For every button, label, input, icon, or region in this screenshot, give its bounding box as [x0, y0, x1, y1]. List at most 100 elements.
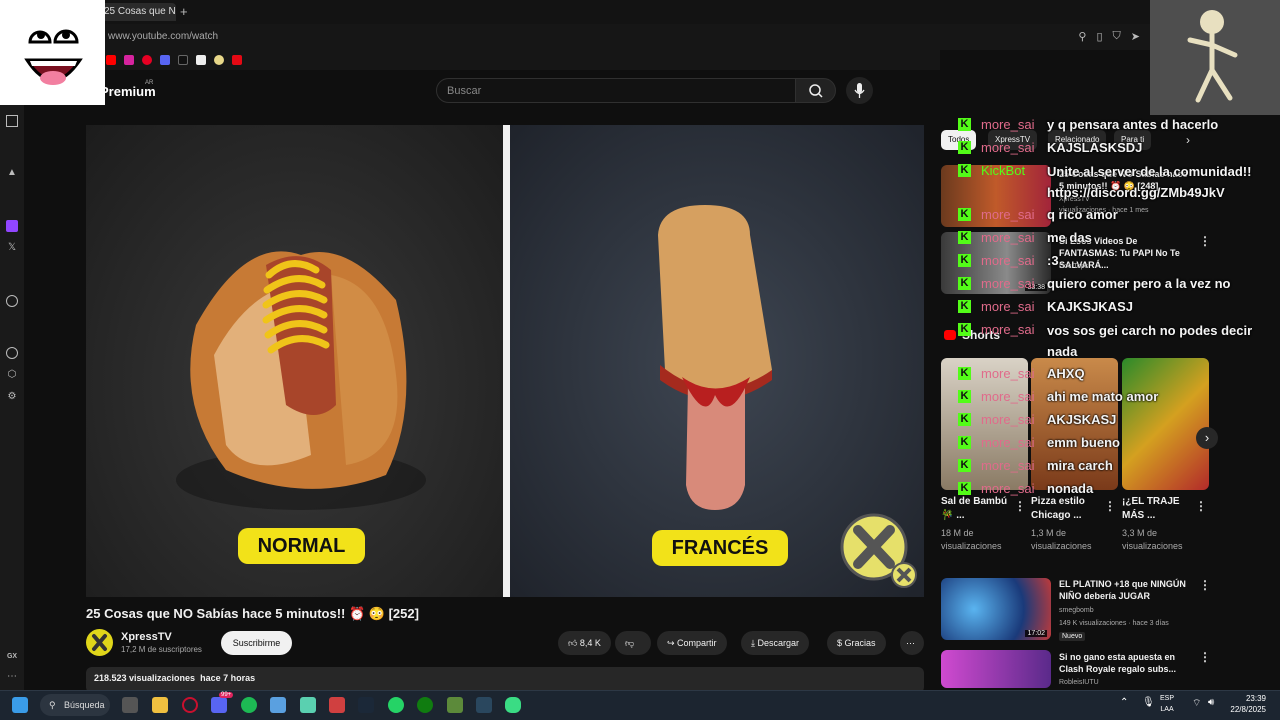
windows-start-icon[interactable] [12, 697, 28, 713]
history-icon[interactable] [6, 347, 18, 359]
instagram-bookmark-icon[interactable] [124, 55, 134, 65]
channel-name[interactable]: XpressTV [121, 631, 172, 643]
youtube-bookmark-icon[interactable] [106, 55, 116, 65]
video-player[interactable]: NORMAL FRANCÉS [86, 125, 924, 597]
rec-channel[interactable]: RobleisIUTU [1059, 679, 1189, 686]
chat-username: more_sai [981, 412, 1035, 427]
label-normal: NORMAL [238, 528, 365, 564]
subscribe-button[interactable]: Suscribirme [221, 631, 292, 655]
tidal-icon[interactable]: ▲ [6, 167, 18, 179]
chat-text: quiero comer pero a la vez no [1047, 276, 1231, 291]
settings-gear-icon[interactable]: ⚙ [6, 391, 18, 403]
extensions-icon[interactable]: ⬡ [6, 369, 18, 381]
short-title[interactable]: Sal de Bambú 🎋 ... [941, 495, 1021, 523]
pin-icon[interactable]: ⚲ [1078, 30, 1086, 43]
steam-alt-icon[interactable] [476, 697, 492, 713]
discord-icon[interactable]: 99+ [211, 692, 234, 713]
dislike-button[interactable]: 👎︎ [615, 631, 651, 655]
taskbar-search[interactable]: ⚲ Búsqueda [40, 694, 110, 716]
more-actions-button[interactable]: ⋯ [900, 631, 924, 655]
kick-badge-icon: K [958, 164, 971, 177]
search-button[interactable] [795, 78, 836, 103]
hotdog-normal-image [176, 251, 426, 510]
red-app-icon[interactable] [329, 697, 345, 713]
gx-label[interactable]: GX [4, 651, 20, 663]
volume-icon[interactable]: 🔊︎ [1208, 697, 1214, 708]
steam-icon[interactable] [358, 697, 374, 713]
chat-username: more_sai [981, 299, 1035, 314]
share-label: Compartir [677, 638, 717, 648]
netflix-bookmark-icon[interactable] [232, 55, 242, 65]
pinterest-bookmark-icon[interactable] [142, 55, 152, 65]
chat-message: Kmore_sai AHXQ [958, 366, 1258, 382]
search-input[interactable]: Buscar [436, 78, 796, 103]
chat-message: Kmore_sai:3 [958, 253, 1258, 269]
rec-menu-icon[interactable]: ⋮ [1199, 578, 1211, 592]
channel-avatar[interactable] [86, 629, 113, 656]
download-button[interactable]: ⤓ Descargar [741, 631, 809, 655]
rec-menu-icon[interactable]: ⋮ [1199, 650, 1211, 664]
like-button[interactable]: 👍︎ 8,4 K [558, 631, 611, 655]
kick-badge-icon: K [958, 413, 971, 426]
short-title[interactable]: ¡¿EL TRAJE MÁS ... [1122, 495, 1202, 523]
whatsapp-icon[interactable] [388, 697, 404, 713]
chat-text: Unite al server de la comunidad!! https:… [1047, 164, 1252, 200]
short-menu-icon[interactable]: ⋮ [1104, 499, 1116, 513]
bookmark-icon[interactable]: ▯ [1096, 30, 1102, 43]
lang-bottom: LAA [1160, 706, 1174, 713]
twitch-icon[interactable] [6, 220, 18, 232]
rec-title[interactable]: EL PLATINO +18 que NINGÚN NIÑO debería J… [1059, 578, 1189, 602]
x-twitter-icon[interactable]: 𝕏 [6, 242, 18, 254]
wifi-icon[interactable]: ⌔ [1192, 697, 1201, 710]
discord-bookmark-icon[interactable] [160, 55, 170, 65]
rec-thumbnail[interactable]: 17:02 [941, 578, 1051, 640]
thanks-button[interactable]: $ Gracias [827, 631, 886, 655]
clock-time: 23:39 [1245, 694, 1266, 703]
document-bookmark-icon[interactable] [196, 55, 206, 65]
xbox-icon[interactable] [417, 697, 433, 713]
rec-thumbnail[interactable] [941, 650, 1051, 688]
short-menu-icon[interactable]: ⋮ [1014, 499, 1026, 513]
browser-tab[interactable]: 25 Cosas que NO Sab [98, 3, 176, 21]
youtube-logo[interactable]: Premium [100, 84, 156, 99]
webcam-overlay [1150, 0, 1280, 115]
share-button[interactable]: ↪ Compartir [657, 631, 727, 655]
subscriber-count: 17,2 M de suscriptores [121, 645, 202, 654]
food-bookmark-icon[interactable] [214, 55, 224, 65]
spotify-icon[interactable] [241, 697, 257, 713]
video-left-panel: NORMAL [86, 125, 504, 597]
short-menu-icon[interactable]: ⋮ [1195, 499, 1207, 513]
system-clock[interactable]: 23:39 22/8/2025 [1230, 693, 1266, 715]
shield-icon[interactable]: ⛉ [1113, 30, 1121, 43]
voice-search-button[interactable] [846, 77, 873, 104]
chat-username: more_sai [981, 389, 1035, 404]
photos-icon[interactable] [270, 697, 286, 713]
android-app-icon[interactable] [505, 697, 521, 713]
microphone-tray-icon[interactable]: 🎙︎ [1142, 697, 1155, 708]
send-icon[interactable]: ➤ [1131, 30, 1140, 43]
tiktok-bookmark-icon[interactable] [178, 55, 188, 65]
minecraft-icon[interactable] [447, 697, 463, 713]
rec-channel[interactable]: smegbomb [1059, 607, 1189, 614]
chat-text: me das [1047, 230, 1092, 245]
rec-title[interactable]: Si no gano esta apuesta en Clash Royale … [1059, 651, 1189, 675]
chat-message: Kmore_sai AKJSKASJ [958, 412, 1258, 428]
app-icon[interactable] [300, 697, 316, 713]
wrong-x-icon [840, 513, 917, 588]
new-tab-button[interactable]: + [180, 4, 188, 19]
messenger-icon[interactable] [6, 115, 18, 127]
player-icon[interactable] [6, 295, 18, 307]
chat-message: Kmore_sai emm bueno [958, 435, 1258, 451]
kick-badge-icon: K [958, 118, 971, 131]
more-icon[interactable]: ⋯ [6, 671, 18, 683]
chat-message: Kmore_sai me das [958, 230, 1258, 246]
url-field[interactable]: www.youtube.com/watch [108, 31, 218, 42]
short-title[interactable]: Pizza estilo Chicago ... [1031, 495, 1111, 523]
task-view-icon[interactable] [122, 697, 138, 713]
tray-expand-icon[interactable]: ⌃ [1120, 697, 1128, 708]
file-explorer-icon[interactable] [152, 697, 168, 713]
language-indicator[interactable]: ESP LAA [1160, 693, 1174, 715]
chat-text: y q pensara antes d hacerlo [1047, 117, 1219, 132]
kick-badge-icon: K [958, 436, 971, 449]
opera-gx-icon[interactable] [182, 697, 198, 713]
